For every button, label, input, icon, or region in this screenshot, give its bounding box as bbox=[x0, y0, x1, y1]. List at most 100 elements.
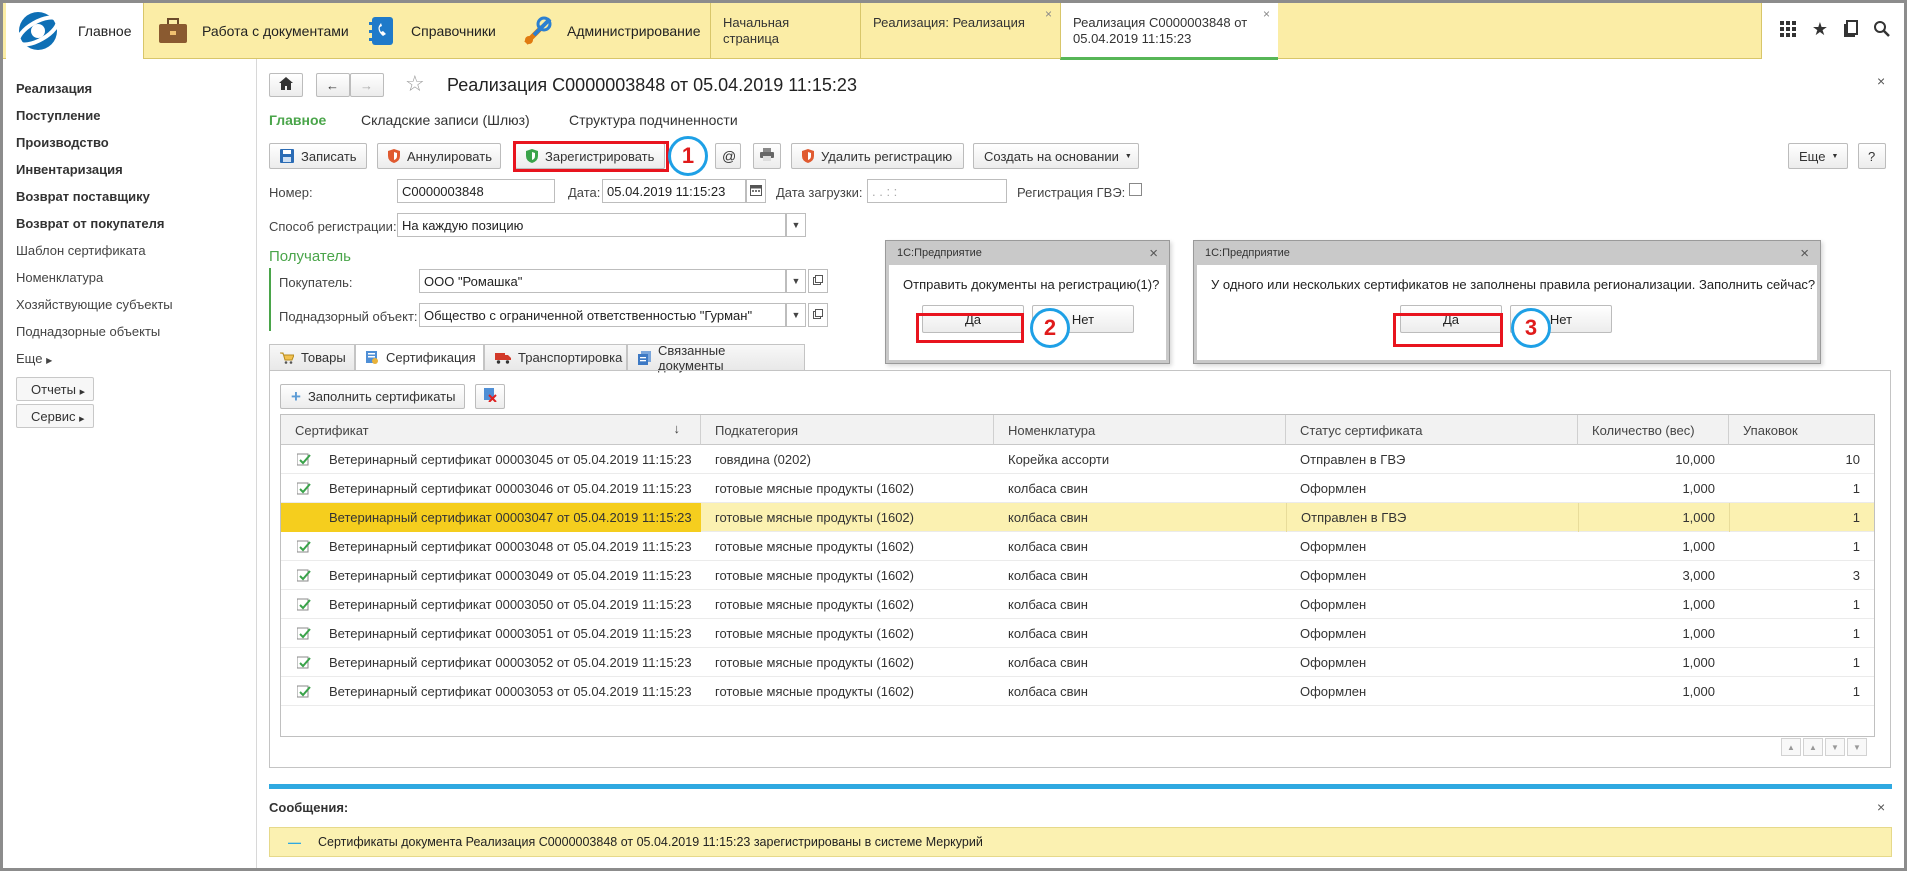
section-references[interactable]: Справочники bbox=[365, 3, 515, 59]
close-icon[interactable]: × bbox=[1149, 245, 1158, 262]
star-icon[interactable]: ★ bbox=[1808, 17, 1832, 41]
back-button[interactable]: ← bbox=[316, 73, 350, 97]
scroll-bottom-button[interactable]: ▼ bbox=[1847, 738, 1867, 756]
buyer-dropdown[interactable]: ▼ bbox=[786, 269, 806, 293]
service-button[interactable]: Сервис ▶ bbox=[16, 404, 94, 428]
table-row[interactable]: Ветеринарный сертификат 00003050 от 05.0… bbox=[281, 590, 1874, 619]
reports-button[interactable]: Отчеты ▶ bbox=[16, 377, 94, 401]
tab-linked-documents[interactable]: Связанные документы bbox=[627, 343, 805, 373]
open-tab-sales-document[interactable]: Реализация С0000003848 от 05.04.2019 11:… bbox=[1060, 3, 1278, 60]
remove-certificate-button[interactable] bbox=[475, 384, 505, 409]
date-field[interactable]: 05.04.2019 11:15:23 bbox=[602, 179, 746, 203]
email-button[interactable]: @ bbox=[715, 143, 741, 169]
apps-grid-icon[interactable] bbox=[1776, 17, 1800, 41]
scroll-top-button[interactable]: ▲ bbox=[1781, 738, 1801, 756]
delete-registration-button[interactable]: Удалить регистрацию bbox=[791, 143, 964, 169]
column-header-nomenclature[interactable]: Номенклатура bbox=[994, 415, 1286, 445]
table-cell-cert: Ветеринарный сертификат 00003053 от 05.0… bbox=[329, 684, 692, 699]
open-tab-home[interactable]: Начальная страница bbox=[710, 3, 860, 59]
section-documents[interactable]: Работа с документами bbox=[148, 3, 376, 59]
tab-goods[interactable]: Товары bbox=[269, 344, 355, 371]
more-actions-button[interactable]: Еще ▼ bbox=[1788, 143, 1848, 169]
cart-icon bbox=[280, 352, 294, 364]
load-date-field[interactable]: . . : : bbox=[867, 179, 1007, 203]
history-icon[interactable] bbox=[1839, 17, 1863, 41]
tab-certification[interactable]: Сертификация bbox=[355, 344, 484, 371]
column-header-certificate[interactable]: Сертификат ↓ bbox=[281, 415, 701, 445]
table-row[interactable]: Ветеринарный сертификат 00003049 от 05.0… bbox=[281, 561, 1874, 590]
sidebar-item-return-from-buyer[interactable]: Возврат от покупателя bbox=[16, 216, 164, 231]
buyer-field[interactable]: ООО "Ромашка" bbox=[419, 269, 786, 293]
sidebar-item-supervised-objects[interactable]: Поднадзорные объекты bbox=[16, 324, 160, 339]
scroll-up-button[interactable]: ▲ bbox=[1803, 738, 1823, 756]
home-button[interactable] bbox=[269, 73, 303, 97]
sidebar-item-sales[interactable]: Реализация bbox=[16, 81, 92, 96]
table-cell-status: Оформлен bbox=[1300, 626, 1367, 641]
column-header-subcategory[interactable]: Подкатегория bbox=[701, 415, 994, 445]
calendar-button[interactable] bbox=[746, 179, 766, 203]
sidebar-item-receipts[interactable]: Поступление bbox=[16, 108, 101, 123]
table-row[interactable]: Ветеринарный сертификат 00003051 от 05.0… bbox=[281, 619, 1874, 648]
close-form-icon[interactable]: × bbox=[1877, 73, 1885, 89]
open-tab-sales-list[interactable]: Реализация: Реализация × bbox=[860, 3, 1060, 59]
column-header-status[interactable]: Статус сертификата bbox=[1286, 415, 1578, 445]
supervised-object-dropdown[interactable]: ▼ bbox=[786, 303, 806, 327]
sidebar-item-certificate-template[interactable]: Шаблон сертификата bbox=[16, 243, 146, 258]
close-icon[interactable]: × bbox=[1800, 245, 1809, 262]
table-cell-packs: 3 bbox=[1852, 568, 1860, 583]
help-button[interactable]: ? bbox=[1858, 143, 1886, 169]
section-references-label: Справочники bbox=[411, 23, 496, 39]
print-button[interactable] bbox=[753, 143, 781, 169]
number-field[interactable]: С0000003848 bbox=[397, 179, 555, 203]
table-row[interactable]: Ветеринарный сертификат 00003048 от 05.0… bbox=[281, 532, 1874, 561]
message-collapse-icon[interactable]: — bbox=[288, 835, 301, 850]
close-icon[interactable]: × bbox=[1045, 6, 1052, 22]
column-header-packages[interactable]: Упаковок bbox=[1729, 415, 1874, 445]
fill-certificates-label: Заполнить сертификаты bbox=[307, 389, 456, 404]
nav-link-main[interactable]: Главное bbox=[269, 112, 326, 128]
supervised-object-field[interactable]: Общество с ограниченной ответственностью… bbox=[419, 303, 786, 327]
table-row[interactable]: Ветеринарный сертификат 00003053 от 05.0… bbox=[281, 677, 1874, 706]
section-documents-label: Работа с документами bbox=[202, 23, 349, 39]
save-button[interactable]: Записать bbox=[269, 143, 367, 169]
create-based-on-button[interactable]: Создать на основании ▼ bbox=[973, 143, 1139, 169]
gve-registration-checkbox[interactable] bbox=[1129, 183, 1142, 196]
column-header-quantity[interactable]: Количество (вес) bbox=[1578, 415, 1729, 445]
sidebar-item-nomenclature[interactable]: Номенклатура bbox=[16, 270, 103, 285]
close-icon[interactable]: × bbox=[1263, 6, 1270, 22]
nav-link-subordination[interactable]: Структура подчиненности bbox=[569, 112, 738, 128]
fill-certificates-button[interactable]: + Заполнить сертификаты bbox=[280, 384, 465, 409]
message-item[interactable]: — Сертификаты документа Реализация С0000… bbox=[269, 827, 1892, 857]
dialog-yes-button[interactable]: Да bbox=[1400, 305, 1502, 333]
section-administration[interactable]: Администрирование bbox=[521, 3, 711, 59]
annul-button-label: Аннулировать bbox=[407, 148, 492, 164]
dialog-yes-button[interactable]: Да bbox=[922, 305, 1024, 333]
register-button[interactable]: Зарегистрировать bbox=[515, 143, 665, 169]
registration-method-dropdown[interactable]: ▼ bbox=[786, 213, 806, 237]
supervised-object-open-button[interactable] bbox=[808, 303, 828, 327]
section-main[interactable]: Главное bbox=[6, 3, 144, 59]
table-row[interactable]: Ветеринарный сертификат 00003052 от 05.0… bbox=[281, 648, 1874, 677]
annul-button[interactable]: Аннулировать bbox=[377, 143, 501, 169]
sidebar-item-production[interactable]: Производство bbox=[16, 135, 109, 150]
sidebar-item-return-to-supplier[interactable]: Возврат поставщику bbox=[16, 189, 150, 204]
nav-link-warehouse-records[interactable]: Складские записи (Шлюз) bbox=[361, 112, 530, 128]
search-icon[interactable] bbox=[1870, 17, 1894, 41]
dialog-message: Отправить документы на регистрацию(1)? bbox=[903, 277, 1160, 292]
scroll-down-button[interactable]: ▼ bbox=[1825, 738, 1845, 756]
forward-button[interactable]: → bbox=[350, 73, 384, 97]
table-row[interactable]: Ветеринарный сертификат 00003045 от 05.0… bbox=[281, 445, 1874, 474]
tab-transportation[interactable]: Транспортировка bbox=[484, 344, 627, 371]
sidebar-item-business-entities[interactable]: Хозяйствующие субъекты bbox=[16, 297, 173, 312]
favorite-star-icon[interactable]: ☆ bbox=[405, 71, 425, 97]
table-row[interactable]: Ветеринарный сертификат 00003046 от 05.0… bbox=[281, 474, 1874, 503]
registration-method-select[interactable]: На каждую позицию bbox=[397, 213, 786, 237]
table-cell-sub: говядина (0202) bbox=[715, 452, 811, 467]
certificates-table[interactable]: Сертификат ↓ Подкатегория Номенклатура Ст… bbox=[280, 414, 1875, 737]
table-cell-qty: 1,000 bbox=[1682, 626, 1715, 641]
close-messages-icon[interactable]: × bbox=[1877, 799, 1885, 815]
table-row[interactable]: Ветеринарный сертификат 00003047 от 05.0… bbox=[281, 503, 1874, 532]
sidebar-item-inventory[interactable]: Инвентаризация bbox=[16, 162, 123, 177]
buyer-open-button[interactable] bbox=[808, 269, 828, 293]
sidebar-item-more[interactable]: Еще ▶ bbox=[16, 351, 52, 366]
